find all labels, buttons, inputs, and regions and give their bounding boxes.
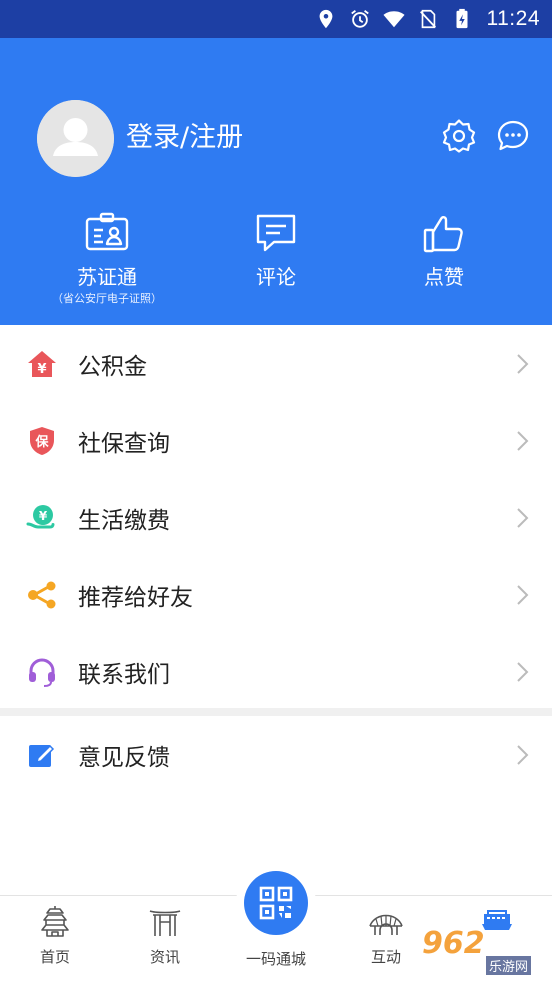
clock: 11:24 — [486, 7, 540, 30]
nav-label: 资讯 — [149, 948, 180, 966]
quick-action-label: 评论 — [256, 265, 296, 289]
no-sim-icon — [417, 8, 439, 30]
menu-item-housing-fund[interactable]: ¥ 公积金 — [0, 325, 552, 402]
gear-icon — [442, 119, 476, 153]
menu-item-bill-payment[interactable]: ¥ 生活缴费 — [0, 479, 552, 556]
login-register-link[interactable]: 登录/注册 — [126, 118, 243, 158]
menu-item-label: 公积金 — [78, 353, 147, 380]
section-divider — [0, 708, 552, 716]
battery-charging-icon — [451, 8, 473, 30]
quick-action-su-zheng-tong[interactable]: 苏证通 （省公安厅电子证照） — [37, 210, 177, 306]
chevron-right-icon — [516, 661, 530, 683]
chevron-right-icon — [516, 430, 530, 452]
menu-item-feedback[interactable]: 意见反馈 — [0, 716, 552, 793]
svg-text:¥: ¥ — [39, 509, 48, 523]
wifi-icon — [382, 8, 405, 30]
nav-news[interactable]: 资讯 — [120, 904, 210, 967]
share-icon — [26, 579, 58, 611]
housing-fund-icon: ¥ — [26, 348, 58, 380]
watermark-subtext: 乐游网 — [486, 956, 532, 975]
bridge-icon — [369, 904, 403, 938]
menu-item-label: 联系我们 — [78, 661, 170, 688]
quick-action-label: 苏证通 — [77, 265, 137, 289]
headset-icon — [26, 656, 58, 688]
quick-action-sublabel: （省公安厅电子证照） — [52, 292, 162, 305]
watermark-logo: 962.NET 乐游网 — [418, 926, 548, 976]
menu-item-social-security[interactable]: 保 社保查询 — [0, 402, 552, 479]
svg-text:¥: ¥ — [37, 362, 46, 377]
avatar[interactable] — [37, 100, 114, 177]
chat-bubble-icon — [497, 120, 529, 151]
menu-item-label: 推荐给好友 — [78, 584, 193, 611]
nav-label: 互动 — [370, 948, 401, 966]
user-avatar-icon — [37, 100, 114, 177]
chevron-right-icon — [516, 353, 530, 375]
feedback-icon — [26, 739, 58, 771]
social-security-icon: 保 — [26, 425, 58, 457]
menu-item-contact-us[interactable]: 联系我们 — [0, 633, 552, 710]
menu-item-label: 意见反馈 — [78, 744, 170, 771]
status-bar: 11:24 — [0, 0, 552, 38]
chevron-right-icon — [516, 507, 530, 529]
location-icon — [315, 8, 337, 30]
nav-label: 首页 — [39, 948, 70, 966]
profile-header: 登录/注册 苏证通 （省公安厅电子证照） 评论 点赞 — [0, 38, 552, 325]
qr-code-icon — [259, 886, 293, 920]
feedback-section: 意见反馈 — [0, 716, 552, 793]
message-button[interactable] — [496, 119, 530, 153]
comment-icon — [253, 210, 299, 256]
chevron-right-icon — [516, 744, 530, 766]
quick-action-like[interactable]: 点赞 — [374, 210, 514, 290]
chevron-right-icon — [516, 584, 530, 606]
settings-button[interactable] — [442, 119, 476, 153]
thumbs-up-icon — [421, 210, 467, 256]
qr-code-button[interactable] — [244, 871, 308, 935]
menu-item-recommend[interactable]: 推荐给好友 — [0, 556, 552, 633]
menu-item-label: 生活缴费 — [78, 507, 170, 534]
bill-payment-icon: ¥ — [26, 502, 58, 534]
menu-item-label: 社保查询 — [78, 430, 170, 457]
alarm-icon — [349, 8, 371, 30]
quick-action-label: 点赞 — [424, 265, 464, 289]
svg-text:保: 保 — [34, 434, 49, 450]
quick-action-comment[interactable]: 评论 — [206, 210, 346, 290]
pagoda-icon — [38, 904, 72, 938]
nav-home[interactable]: 首页 — [10, 904, 100, 967]
nav-label-qr[interactable]: 一码通城 — [226, 948, 326, 969]
archway-icon — [148, 904, 182, 938]
id-card-icon — [84, 210, 130, 256]
menu-list: ¥ 公积金 保 社保查询 ¥ 生活缴费 推荐给好友 联系我们 — [0, 325, 552, 710]
